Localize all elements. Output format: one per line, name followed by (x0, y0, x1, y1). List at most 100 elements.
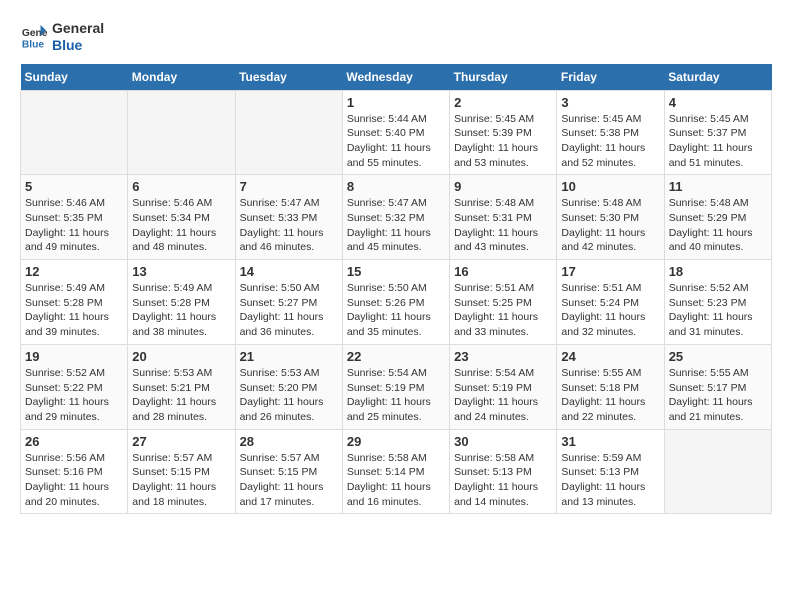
day-number: 17 (561, 264, 659, 279)
cell-info: Sunrise: 5:53 AMSunset: 5:21 PMDaylight:… (132, 366, 230, 425)
calendar-cell: 30 Sunrise: 5:58 AMSunset: 5:13 PMDayligh… (450, 429, 557, 514)
day-number: 14 (240, 264, 338, 279)
calendar-cell: 25 Sunrise: 5:55 AMSunset: 5:17 PMDayligh… (664, 344, 771, 429)
day-header-tuesday: Tuesday (235, 64, 342, 91)
calendar-cell: 9 Sunrise: 5:48 AMSunset: 5:31 PMDaylight… (450, 175, 557, 260)
cell-info: Sunrise: 5:45 AMSunset: 5:39 PMDaylight:… (454, 112, 552, 171)
day-number: 2 (454, 95, 552, 110)
calendar-cell: 20 Sunrise: 5:53 AMSunset: 5:21 PMDayligh… (128, 344, 235, 429)
calendar-cell: 6Sunrise: 5:46 AMSunset: 5:34 PMDaylight… (128, 175, 235, 260)
calendar-cell: 19 Sunrise: 5:52 AMSunset: 5:22 PMDayligh… (21, 344, 128, 429)
day-header-thursday: Thursday (450, 64, 557, 91)
day-number: 30 (454, 434, 552, 449)
cell-info: Sunrise: 5:54 AMSunset: 5:19 PMDaylight:… (347, 366, 445, 425)
logo-icon: General Blue (20, 23, 48, 51)
calendar-cell: 23 Sunrise: 5:54 AMSunset: 5:19 PMDayligh… (450, 344, 557, 429)
calendar-cell: 15 Sunrise: 5:50 AMSunset: 5:26 PMDayligh… (342, 260, 449, 345)
calendar-cell: 22 Sunrise: 5:54 AMSunset: 5:19 PMDayligh… (342, 344, 449, 429)
day-header-sunday: Sunday (21, 64, 128, 91)
cell-info: Sunrise: 5:45 AMSunset: 5:38 PMDaylight:… (561, 112, 659, 171)
calendar-cell: 31Sunrise: 5:59 AMSunset: 5:13 PMDayligh… (557, 429, 664, 514)
cell-info: Sunrise: 5:57 AMSunset: 5:15 PMDaylight:… (132, 451, 230, 510)
week-row-4: 26 Sunrise: 5:56 AMSunset: 5:16 PMDayligh… (21, 429, 772, 514)
day-number: 28 (240, 434, 338, 449)
cell-info: Sunrise: 5:49 AMSunset: 5:28 PMDaylight:… (25, 281, 123, 340)
calendar-cell: 14 Sunrise: 5:50 AMSunset: 5:27 PMDayligh… (235, 260, 342, 345)
day-number: 22 (347, 349, 445, 364)
week-row-2: 12 Sunrise: 5:49 AMSunset: 5:28 PMDayligh… (21, 260, 772, 345)
cell-info: Sunrise: 5:45 AMSunset: 5:37 PMDaylight:… (669, 112, 767, 171)
cell-info: Sunrise: 5:46 AMSunset: 5:34 PMDaylight:… (132, 196, 230, 255)
cell-info: Sunrise: 5:52 AMSunset: 5:23 PMDaylight:… (669, 281, 767, 340)
cell-info: Sunrise: 5:48 AMSunset: 5:30 PMDaylight:… (561, 196, 659, 255)
calendar-cell: 3 Sunrise: 5:45 AMSunset: 5:38 PMDaylight… (557, 90, 664, 175)
week-row-0: 1 Sunrise: 5:44 AMSunset: 5:40 PMDaylight… (21, 90, 772, 175)
day-number: 15 (347, 264, 445, 279)
calendar-cell (21, 90, 128, 175)
cell-info: Sunrise: 5:55 AMSunset: 5:17 PMDaylight:… (669, 366, 767, 425)
calendar-cell: 12 Sunrise: 5:49 AMSunset: 5:28 PMDayligh… (21, 260, 128, 345)
day-number: 12 (25, 264, 123, 279)
day-number: 8 (347, 179, 445, 194)
calendar-cell: 11 Sunrise: 5:48 AMSunset: 5:29 PMDayligh… (664, 175, 771, 260)
calendar-cell (235, 90, 342, 175)
day-number: 7 (240, 179, 338, 194)
day-number: 25 (669, 349, 767, 364)
day-header-monday: Monday (128, 64, 235, 91)
day-number: 3 (561, 95, 659, 110)
day-number: 4 (669, 95, 767, 110)
day-number: 21 (240, 349, 338, 364)
cell-info: Sunrise: 5:44 AMSunset: 5:40 PMDaylight:… (347, 112, 445, 171)
day-number: 18 (669, 264, 767, 279)
calendar-cell: 8 Sunrise: 5:47 AMSunset: 5:32 PMDaylight… (342, 175, 449, 260)
calendar-cell: 5Sunrise: 5:46 AMSunset: 5:35 PMDaylight… (21, 175, 128, 260)
logo: General Blue General Blue (20, 20, 104, 54)
cell-info: Sunrise: 5:55 AMSunset: 5:18 PMDaylight:… (561, 366, 659, 425)
day-number: 23 (454, 349, 552, 364)
cell-info: Sunrise: 5:47 AMSunset: 5:33 PMDaylight:… (240, 196, 338, 255)
cell-info: Sunrise: 5:48 AMSunset: 5:29 PMDaylight:… (669, 196, 767, 255)
calendar-cell: 16 Sunrise: 5:51 AMSunset: 5:25 PMDayligh… (450, 260, 557, 345)
cell-info: Sunrise: 5:47 AMSunset: 5:32 PMDaylight:… (347, 196, 445, 255)
cell-info: Sunrise: 5:58 AMSunset: 5:13 PMDaylight:… (454, 451, 552, 510)
calendar-cell: 29 Sunrise: 5:58 AMSunset: 5:14 PMDayligh… (342, 429, 449, 514)
day-number: 9 (454, 179, 552, 194)
week-row-3: 19 Sunrise: 5:52 AMSunset: 5:22 PMDayligh… (21, 344, 772, 429)
calendar-cell (128, 90, 235, 175)
day-number: 26 (25, 434, 123, 449)
day-number: 11 (669, 179, 767, 194)
cell-info: Sunrise: 5:59 AMSunset: 5:13 PMDaylight:… (561, 451, 659, 510)
cell-info: Sunrise: 5:52 AMSunset: 5:22 PMDaylight:… (25, 366, 123, 425)
cell-info: Sunrise: 5:49 AMSunset: 5:28 PMDaylight:… (132, 281, 230, 340)
day-number: 1 (347, 95, 445, 110)
day-number: 20 (132, 349, 230, 364)
svg-text:Blue: Blue (22, 39, 45, 50)
day-number: 16 (454, 264, 552, 279)
day-number: 29 (347, 434, 445, 449)
cell-info: Sunrise: 5:50 AMSunset: 5:26 PMDaylight:… (347, 281, 445, 340)
cell-info: Sunrise: 5:50 AMSunset: 5:27 PMDaylight:… (240, 281, 338, 340)
cell-info: Sunrise: 5:54 AMSunset: 5:19 PMDaylight:… (454, 366, 552, 425)
calendar-cell (664, 429, 771, 514)
day-number: 10 (561, 179, 659, 194)
cell-info: Sunrise: 5:53 AMSunset: 5:20 PMDaylight:… (240, 366, 338, 425)
cell-info: Sunrise: 5:56 AMSunset: 5:16 PMDaylight:… (25, 451, 123, 510)
day-header-wednesday: Wednesday (342, 64, 449, 91)
week-row-1: 5Sunrise: 5:46 AMSunset: 5:35 PMDaylight… (21, 175, 772, 260)
day-number: 19 (25, 349, 123, 364)
day-number: 5 (25, 179, 123, 194)
header: General Blue General Blue (20, 20, 772, 54)
cell-info: Sunrise: 5:51 AMSunset: 5:24 PMDaylight:… (561, 281, 659, 340)
cell-info: Sunrise: 5:57 AMSunset: 5:15 PMDaylight:… (240, 451, 338, 510)
cell-info: Sunrise: 5:51 AMSunset: 5:25 PMDaylight:… (454, 281, 552, 340)
day-number: 24 (561, 349, 659, 364)
calendar-cell: 1 Sunrise: 5:44 AMSunset: 5:40 PMDaylight… (342, 90, 449, 175)
calendar-table: SundayMondayTuesdayWednesdayThursdayFrid… (20, 64, 772, 515)
header-row: SundayMondayTuesdayWednesdayThursdayFrid… (21, 64, 772, 91)
cell-info: Sunrise: 5:58 AMSunset: 5:14 PMDaylight:… (347, 451, 445, 510)
calendar-cell: 24 Sunrise: 5:55 AMSunset: 5:18 PMDayligh… (557, 344, 664, 429)
cell-info: Sunrise: 5:48 AMSunset: 5:31 PMDaylight:… (454, 196, 552, 255)
calendar-cell: 10 Sunrise: 5:48 AMSunset: 5:30 PMDayligh… (557, 175, 664, 260)
calendar-cell: 17 Sunrise: 5:51 AMSunset: 5:24 PMDayligh… (557, 260, 664, 345)
calendar-cell: 7 Sunrise: 5:47 AMSunset: 5:33 PMDaylight… (235, 175, 342, 260)
